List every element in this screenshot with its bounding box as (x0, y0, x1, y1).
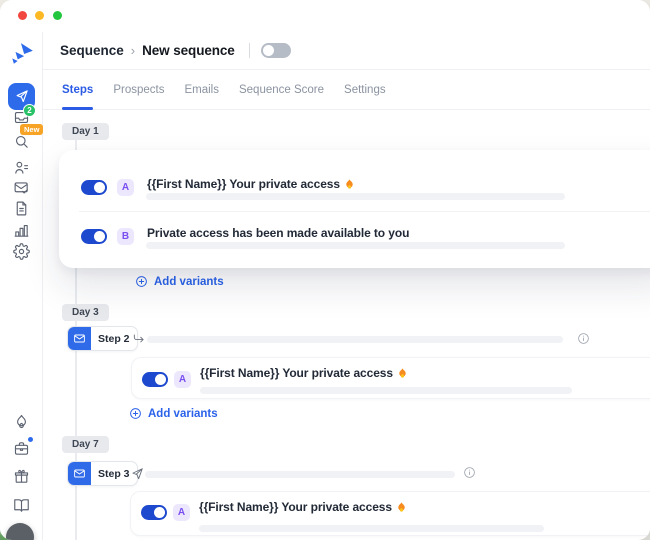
email-step-iconbox (68, 462, 91, 485)
variant-divider (79, 211, 650, 212)
variant-b-badge: B (117, 228, 134, 245)
tab-settings[interactable]: Settings (344, 70, 386, 110)
tab-sequence-score[interactable]: Sequence Score (239, 70, 324, 110)
sidebar-item-email-verify[interactable] (0, 179, 43, 196)
variant-a-preview-skeleton (200, 387, 572, 394)
app-window: 2 New (0, 0, 650, 540)
page-header: Sequence › New sequence (43, 32, 650, 70)
day-7-label: Day 7 (62, 436, 109, 453)
breadcrumb-root[interactable]: Sequence (60, 43, 124, 58)
new-feature-badge: New (20, 124, 43, 135)
variant-a-subject[interactable]: {{First Name}} Your private access (199, 500, 407, 514)
app-logo-icon (9, 41, 35, 67)
document-icon (13, 200, 30, 217)
inbox-count-badge: 2 (23, 104, 36, 117)
breadcrumb-current[interactable]: New sequence (142, 43, 235, 58)
variant-b-preview-skeleton (146, 242, 565, 249)
envelope-icon (73, 332, 86, 345)
add-variants-button-step1[interactable]: Add variants (135, 275, 224, 288)
variant-a-toggle[interactable] (81, 180, 107, 195)
day-1-label: Day 1 (62, 123, 109, 140)
briefcase-notification-dot (27, 436, 34, 443)
sidebar-item-jobs[interactable] (0, 440, 43, 457)
desktop-background: 2 New (0, 0, 650, 540)
breadcrumb-separator: › (131, 43, 135, 58)
fire-emoji-icon (396, 501, 407, 513)
step-2-variant-card: A {{First Name}} Your private access (131, 357, 650, 399)
variant-a-toggle[interactable] (141, 505, 167, 520)
header-divider (249, 43, 250, 58)
step-3-variant-card: A {{First Name}} Your private access (130, 491, 650, 536)
variant-a-badge: A (173, 504, 190, 521)
sequence-activate-toggle[interactable] (261, 43, 291, 58)
tab-bar: Steps Prospects Emails Sequence Score Se… (43, 70, 650, 110)
send-plane-icon (130, 467, 144, 481)
sidebar-item-warmup[interactable] (0, 413, 43, 430)
tab-prospects[interactable]: Prospects (113, 70, 164, 110)
step-2-chip[interactable]: Step 2 (67, 326, 138, 351)
sequence-canvas: Day 1 A {{First Name}} Your private acce… (43, 110, 650, 540)
fire-emoji-icon (397, 367, 408, 379)
step-2-label: Step 2 (91, 327, 137, 350)
search-icon (13, 133, 30, 150)
variant-b-subject[interactable]: Private access has been made available t… (147, 226, 409, 240)
step-2-subject-skeleton (147, 336, 563, 343)
close-button[interactable] (18, 11, 27, 20)
step-1-variants-card: A {{First Name}} Your private access B P… (59, 150, 650, 268)
fire-emoji-icon (344, 178, 355, 190)
bar-chart-icon (13, 222, 30, 239)
mail-check-icon (13, 179, 30, 196)
email-step-iconbox (68, 327, 91, 350)
variant-b-toggle[interactable] (81, 229, 107, 244)
envelope-icon (73, 467, 86, 480)
step-3-chip[interactable]: Step 3 (67, 461, 138, 486)
variant-a-subject[interactable]: {{First Name}} Your private access (147, 177, 355, 191)
variant-a-badge: A (174, 371, 191, 388)
tab-steps[interactable]: Steps (62, 70, 93, 110)
gift-icon (13, 468, 30, 485)
step-3-info-icon[interactable] (463, 466, 476, 479)
sidebar-item-templates[interactable] (0, 200, 43, 217)
tab-emails[interactable]: Emails (184, 70, 219, 110)
variant-a-preview-skeleton (146, 193, 565, 200)
add-variants-button-step2[interactable]: Add variants (129, 407, 218, 420)
sidebar-item-settings[interactable] (0, 243, 43, 260)
book-icon (13, 497, 30, 514)
sidebar-item-academy[interactable] (0, 497, 43, 514)
minimize-button[interactable] (35, 11, 44, 20)
briefcase-icon (13, 440, 30, 457)
maximize-button[interactable] (53, 11, 62, 20)
day-3-label: Day 3 (62, 304, 109, 321)
variant-a-toggle[interactable] (142, 372, 168, 387)
reply-thread-icon (132, 332, 146, 346)
sidebar-item-rewards[interactable] (0, 468, 43, 485)
main-area: Sequence › New sequence Steps Prospects … (43, 32, 650, 540)
variant-a-preview-skeleton (199, 525, 544, 532)
plus-circle-icon (135, 275, 148, 288)
window-titlebar (0, 0, 650, 32)
sidebar-item-contacts[interactable] (0, 159, 43, 176)
sidebar-item-reports[interactable] (0, 222, 43, 239)
sidebar-item-search[interactable] (0, 133, 43, 150)
people-list-icon (13, 159, 30, 176)
gear-icon (13, 243, 30, 260)
variant-a-badge: A (117, 179, 134, 196)
step-3-subject-skeleton (145, 471, 455, 478)
plus-circle-icon (129, 407, 142, 420)
flame-icon (13, 413, 30, 430)
send-icon (14, 89, 29, 104)
step-2-info-icon[interactable] (577, 332, 590, 345)
sidebar: 2 New (0, 32, 43, 540)
variant-a-subject[interactable]: {{First Name}} Your private access (200, 366, 408, 380)
